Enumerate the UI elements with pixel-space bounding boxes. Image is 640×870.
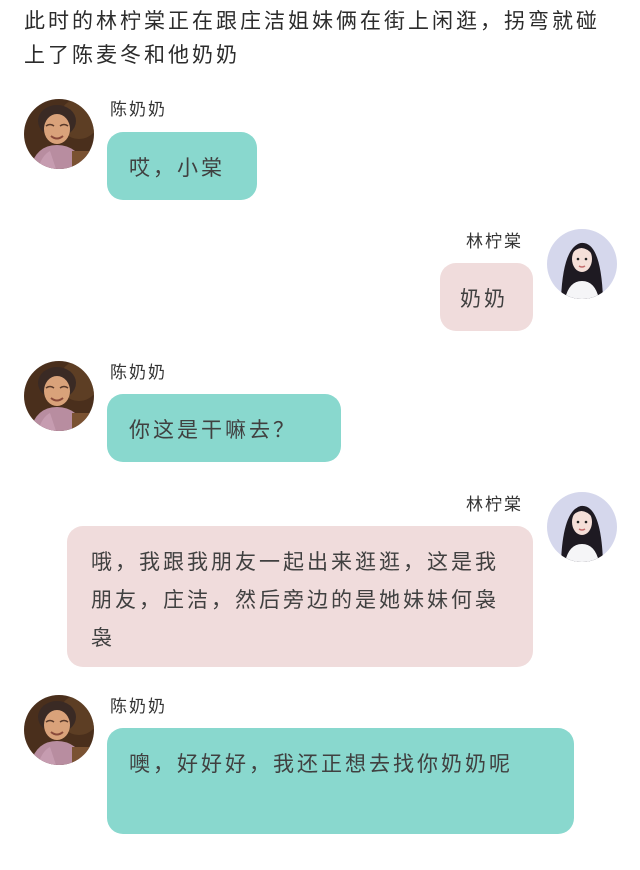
message-bubble-left: 噢，好好好，我还正想去找你奶奶呢 [107,728,574,834]
speaker-name: 陈奶奶 [110,697,167,717]
young-woman-avatar-icon [547,229,617,299]
girl-avatar-1 [547,229,617,299]
elderly-woman-avatar-icon [24,99,94,169]
speaker-name: 林柠棠 [466,495,523,515]
message-text: 奶奶 [460,287,508,311]
message-text: 噢，好好好，我还正想去找你奶奶呢 [129,752,513,776]
girl-avatar-2 [547,492,617,562]
grandma-avatar-2 [24,361,94,431]
grandma-avatar-1 [24,99,94,169]
speaker-name: 林柠棠 [466,232,523,252]
message-bubble-left: 哎，小棠 [107,132,257,200]
speaker-name: 陈奶奶 [110,363,167,383]
elderly-woman-avatar-icon [24,361,94,431]
young-woman-avatar-icon [547,492,617,562]
speaker-name: 陈奶奶 [110,100,167,120]
message-text: 哦，我跟我朋友一起出来逛逛，这是我朋友，庄洁，然后旁边的是她妹妹何袅袅 [91,550,499,650]
elderly-woman-avatar-icon [24,695,94,765]
message-text: 你这是干嘛去？ [129,418,297,442]
message-bubble-left: 你这是干嘛去？ [107,394,341,462]
grandma-avatar-3 [24,695,94,765]
message-bubble-right: 哦，我跟我朋友一起出来逛逛，这是我朋友，庄洁，然后旁边的是她妹妹何袅袅 [67,526,533,667]
intro-narration: 此时的林柠棠正在跟庄洁姐妹俩在街上闲逛，拐弯就碰上了陈麦冬和他奶奶 [24,9,600,67]
message-text: 哎，小棠 [129,156,225,180]
message-bubble-right: 奶奶 [440,263,533,331]
